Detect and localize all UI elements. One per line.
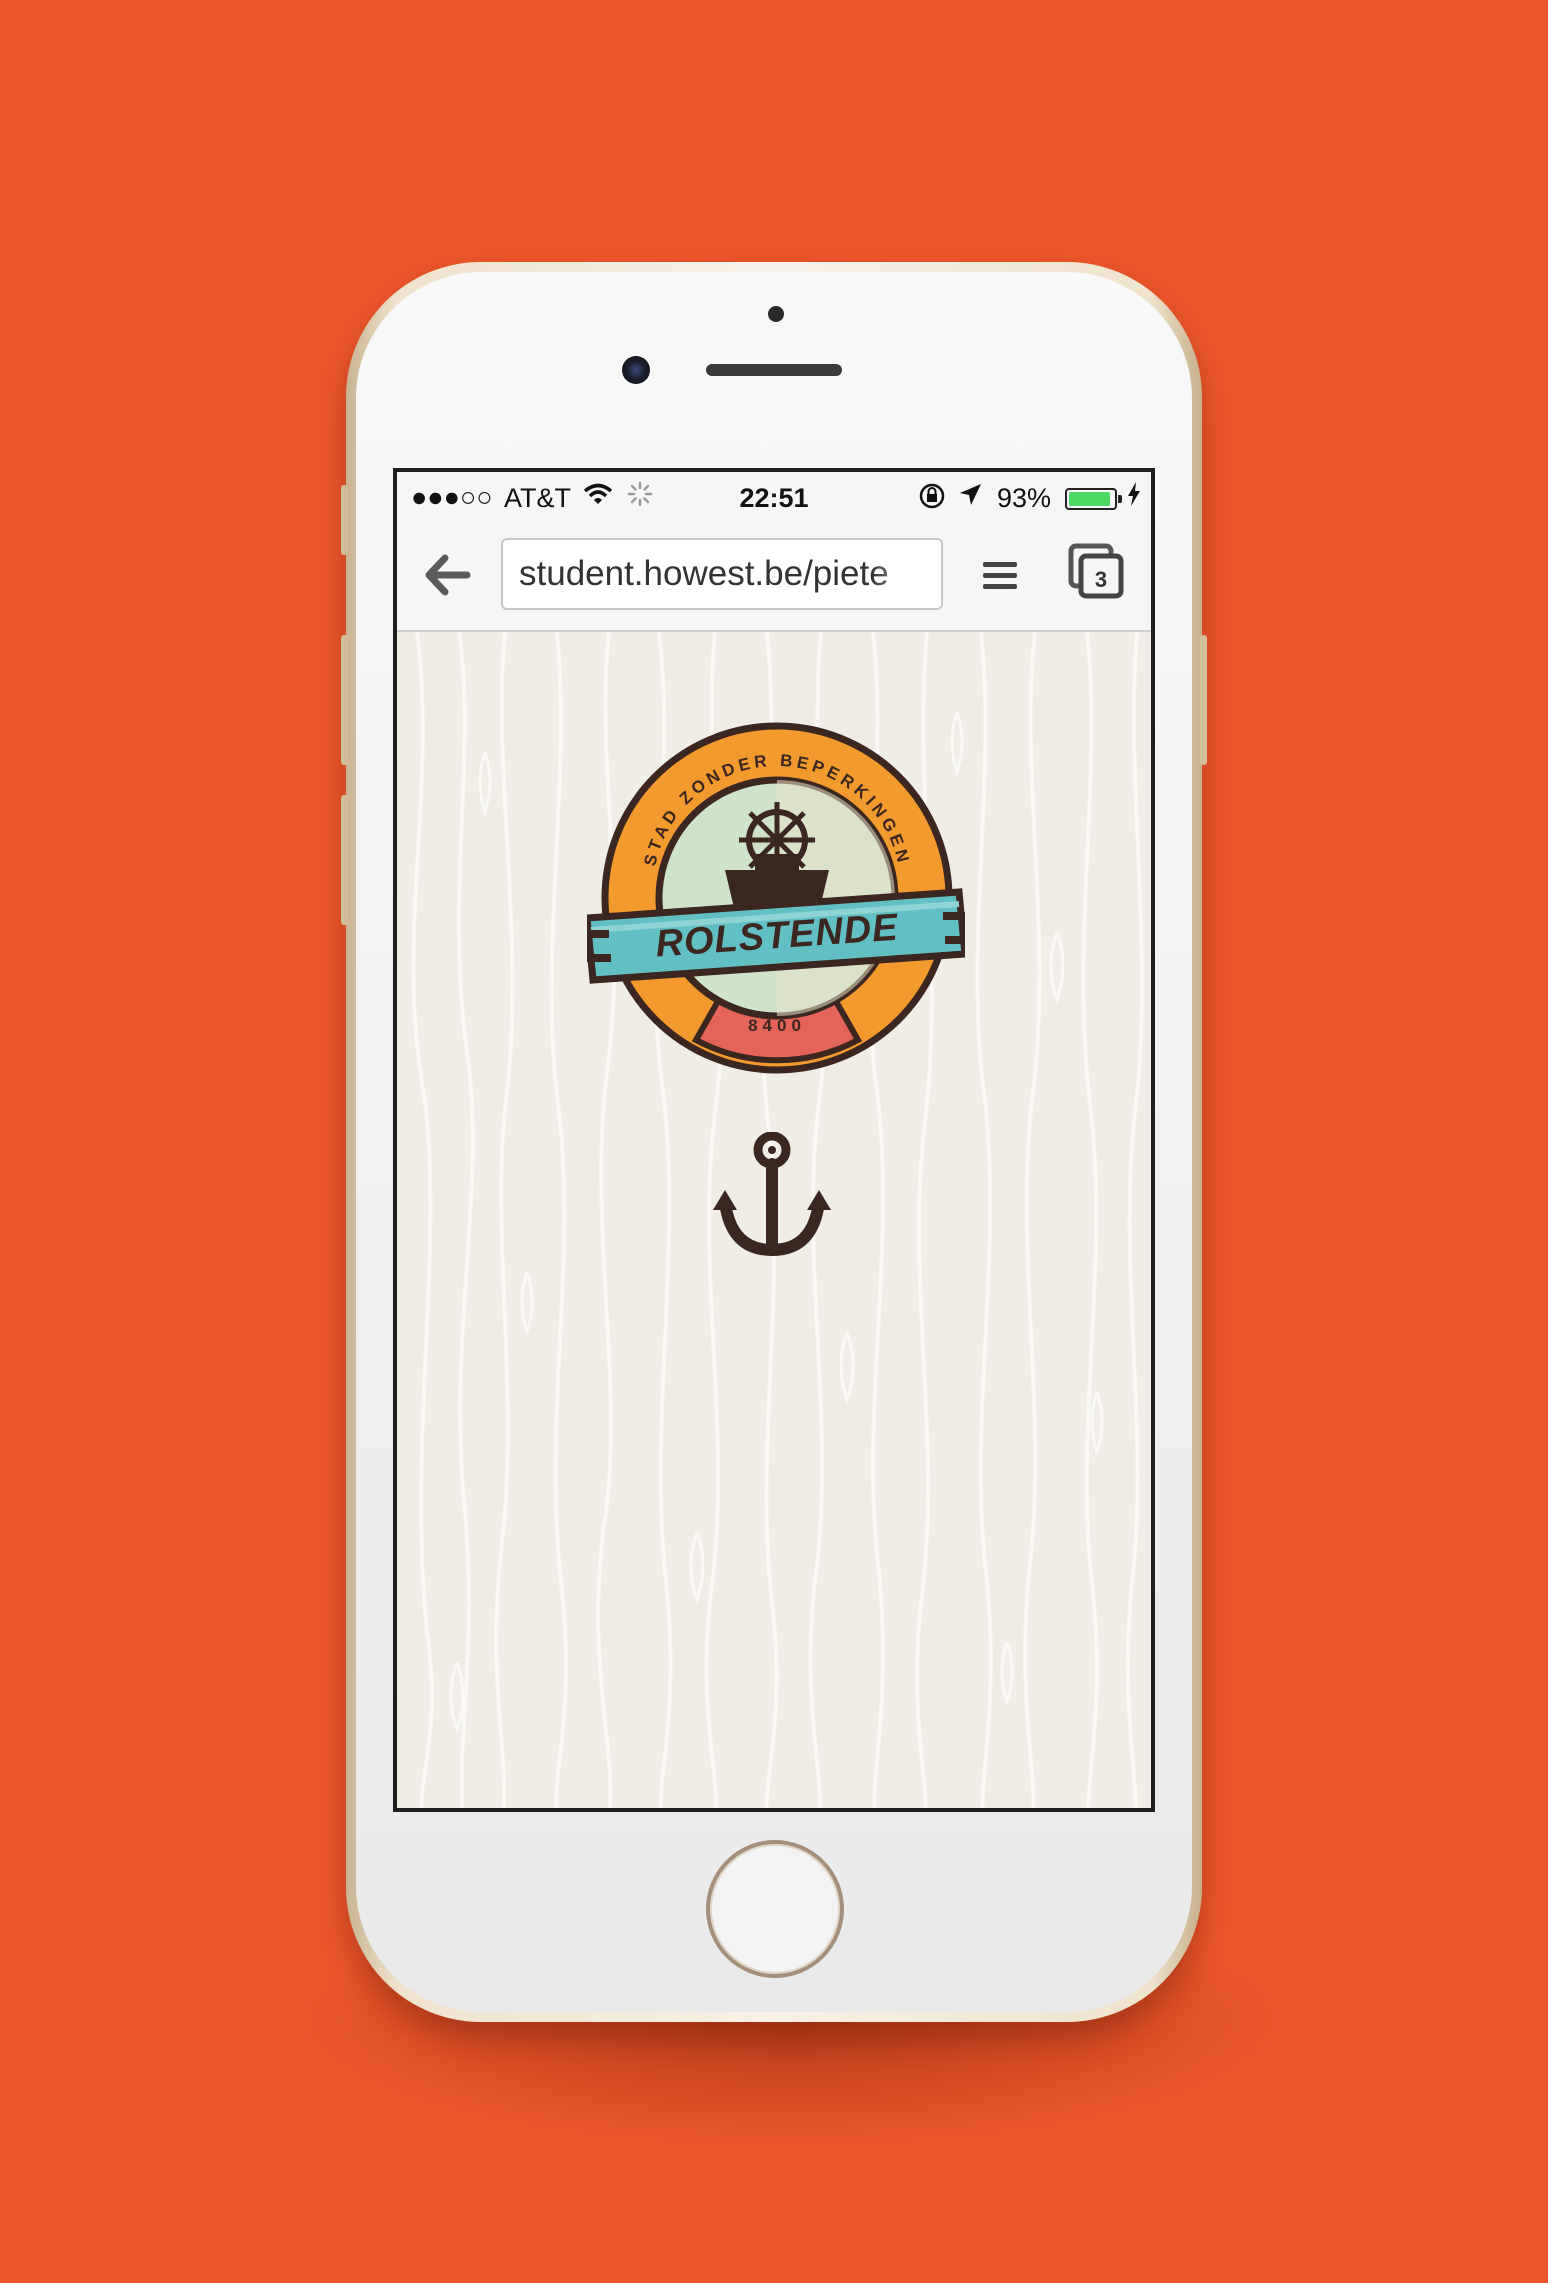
orientation-lock-icon <box>917 482 947 517</box>
logo-postal-code: 8400 <box>748 1016 806 1035</box>
anchor-icon[interactable] <box>711 1132 833 1262</box>
power-button <box>1200 635 1207 765</box>
battery-icon <box>1065 488 1122 510</box>
tab-count: 3 <box>1095 567 1107 592</box>
volume-up-button <box>341 635 348 765</box>
battery-nub <box>1118 495 1122 503</box>
rolstende-logo: STAD ZONDER BEPERKINGEN ROLSTENDE 8400 <box>587 722 965 1074</box>
back-arrow-icon[interactable] <box>423 550 473 600</box>
home-button[interactable] <box>706 1840 844 1978</box>
tab-switcher-button[interactable]: 3 <box>1067 542 1127 602</box>
status-bar: ●●●○○ AT&T 22:51 93% <box>397 472 1151 522</box>
browser-toolbar: student.howest.be/piete 3 <box>397 522 1151 632</box>
earpiece-speaker <box>706 364 842 376</box>
url-text: student.howest.be/piete <box>519 554 889 593</box>
phone-screen: ●●●○○ AT&T 22:51 93% student.howest.be/p… <box>393 468 1155 1812</box>
location-arrow-icon <box>957 482 983 515</box>
web-page-content: STAD ZONDER BEPERKINGEN ROLSTENDE 8400 <box>397 632 1151 1808</box>
battery-percentage: 93% <box>997 483 1052 513</box>
front-camera-icon <box>622 356 650 384</box>
url-field[interactable]: student.howest.be/piete <box>501 538 943 610</box>
charging-bolt-icon <box>1127 481 1141 514</box>
hamburger-menu-icon[interactable] <box>979 550 1021 600</box>
mute-switch <box>341 485 348 555</box>
url-fade <box>871 540 941 608</box>
proximity-sensor <box>768 306 784 322</box>
battery-level <box>1069 492 1110 506</box>
volume-down-button <box>341 795 348 925</box>
